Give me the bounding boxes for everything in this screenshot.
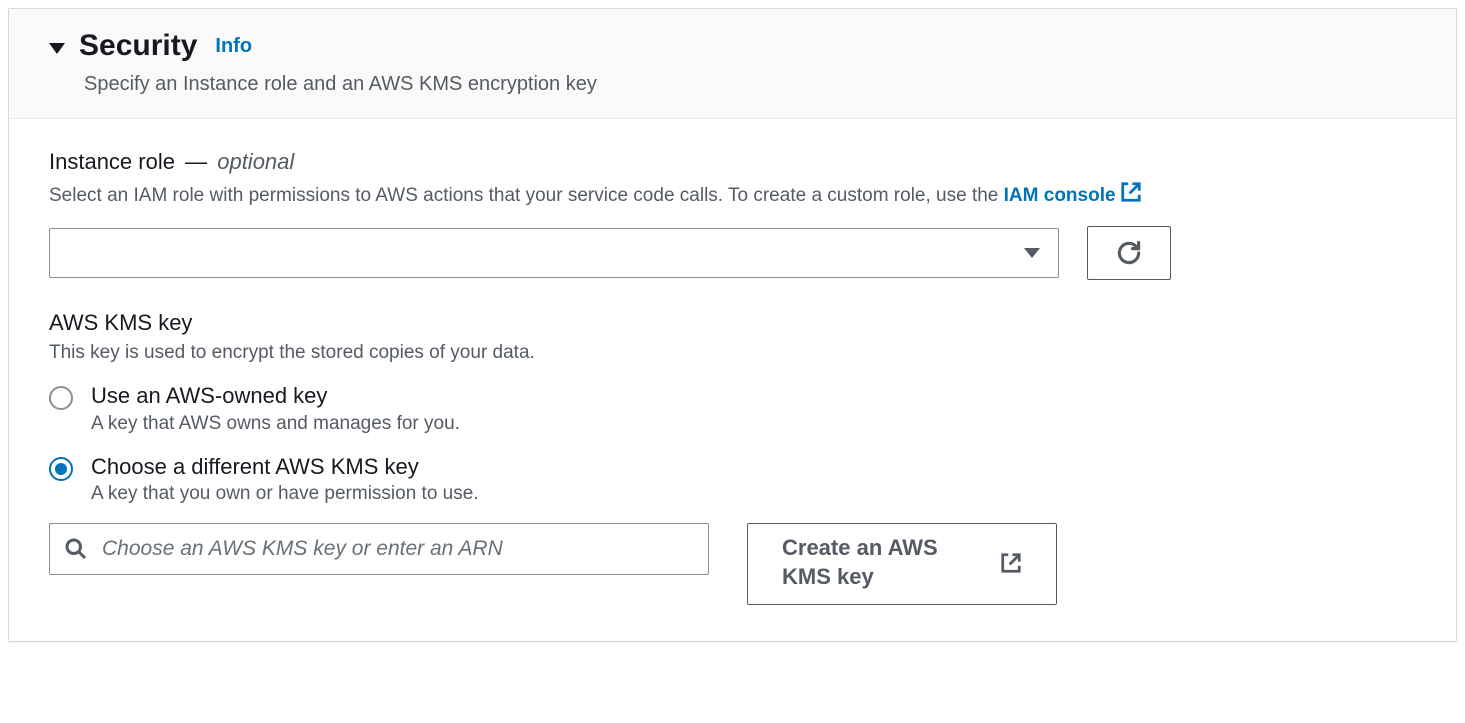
security-panel: Security Info Specify an Instance role a… <box>8 8 1457 642</box>
kms-search-box[interactable] <box>49 523 709 575</box>
radio-choose-different-key[interactable]: Choose a different AWS KMS key A key tha… <box>49 453 1416 506</box>
kms-description: This key is used to encrypt the stored c… <box>49 340 1416 367</box>
refresh-icon <box>1115 239 1143 267</box>
panel-title: Security <box>79 29 197 63</box>
create-kms-key-button[interactable]: Create an AWS KMS key <box>747 523 1057 604</box>
external-link-icon <box>1000 552 1022 574</box>
panel-subtitle: Specify an Instance role and an AWS KMS … <box>84 73 1416 96</box>
search-icon <box>64 537 88 561</box>
radio-title: Use an AWS-owned key <box>91 382 460 411</box>
panel-header: Security Info Specify an Instance role a… <box>9 9 1456 119</box>
iam-console-link-text: IAM console <box>1004 185 1116 206</box>
kms-key-field: AWS KMS key This key is used to encrypt … <box>49 310 1416 605</box>
iam-console-link[interactable]: IAM console <box>1004 185 1142 206</box>
radio-desc: A key that you own or have permission to… <box>91 483 479 505</box>
radio-title: Choose a different AWS KMS key <box>91 453 479 482</box>
create-kms-key-label: Create an AWS KMS key <box>782 534 992 591</box>
kms-input-row: Create an AWS KMS key <box>49 523 1416 604</box>
dash: — <box>185 149 207 174</box>
radio-aws-owned-key[interactable]: Use an AWS-owned key A key that AWS owns… <box>49 382 1416 435</box>
caret-down-icon[interactable] <box>49 43 65 54</box>
chevron-down-icon <box>1024 248 1040 258</box>
radio-icon-selected <box>49 457 73 481</box>
radio-desc: A key that AWS owns and manages for you. <box>91 413 460 435</box>
instance-role-label-row: Instance role — optional <box>49 149 1416 175</box>
external-link-icon <box>1120 181 1142 203</box>
radio-icon <box>49 386 73 410</box>
instance-role-field: Instance role — optional Select an IAM r… <box>49 149 1416 280</box>
info-link[interactable]: Info <box>215 35 252 58</box>
kms-radio-group: Use an AWS-owned key A key that AWS owns… <box>49 382 1416 505</box>
radio-text: Use an AWS-owned key A key that AWS owns… <box>91 382 460 435</box>
kms-label: AWS KMS key <box>49 310 1416 336</box>
instance-role-select-row <box>49 226 1416 280</box>
instance-role-select[interactable] <box>49 228 1059 278</box>
refresh-button[interactable] <box>1087 226 1171 280</box>
instance-role-desc-text: Select an IAM role with permissions to A… <box>49 185 1004 206</box>
panel-body: Instance role — optional Select an IAM r… <box>9 119 1456 641</box>
radio-text: Choose a different AWS KMS key A key tha… <box>91 453 479 506</box>
instance-role-description: Select an IAM role with permissions to A… <box>49 181 1416 210</box>
instance-role-label: Instance role <box>49 149 175 174</box>
optional-text: optional <box>217 149 294 174</box>
kms-search-input[interactable] <box>100 536 694 562</box>
panel-title-row: Security Info <box>49 29 1416 63</box>
